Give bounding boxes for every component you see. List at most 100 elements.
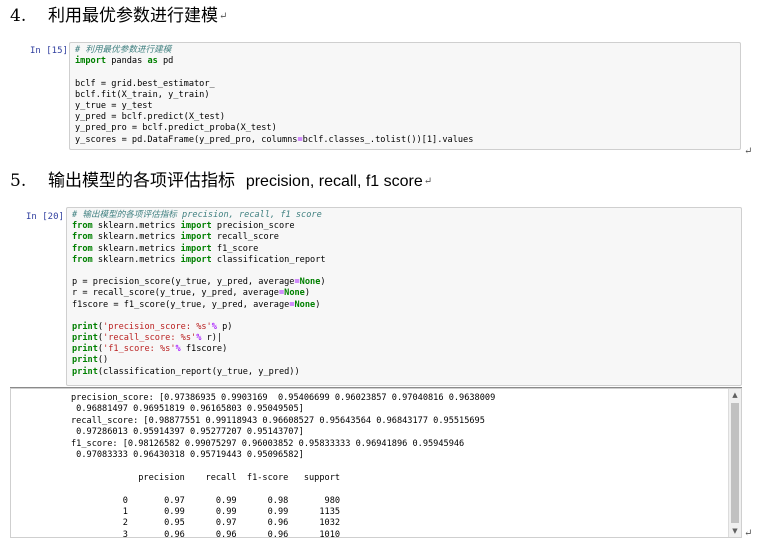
code-token: print	[72, 366, 98, 377]
code-token: r)|	[201, 333, 223, 344]
cell-20-output[interactable]: precision_score: [0.97386935 0.9903169 0…	[10, 388, 742, 538]
output-line: 0 0.97 0.99 0.98 980	[71, 495, 341, 506]
code-line: # 输出模型的各项评估指标 precision, recall, f1 scor…	[72, 210, 736, 221]
code-token: ()	[97, 355, 109, 366]
code-token: import	[180, 243, 212, 254]
code-token: p = precision_score(y_true, y_pred, aver…	[72, 277, 295, 288]
code-line: y_pred_pro = bclf.predict_proba(X_test)	[75, 123, 735, 134]
code-token: None	[284, 288, 305, 299]
code-token: import	[75, 56, 107, 67]
output-line: 0.96881497 0.96951819 0.96165803 0.95049…	[71, 404, 304, 415]
code-line: f1score = f1_score(y_true, y_pred, avera…	[72, 300, 736, 311]
code-token: y_pred = bclf.predict(X_test)	[75, 112, 226, 123]
code-line: import pandas as pd	[75, 56, 735, 67]
code-line: print(classification_report(y_true, y_pr…	[72, 367, 736, 378]
code-token: bclf.classes_.tolist())[1].values	[302, 134, 474, 145]
code-token: print	[72, 355, 98, 366]
code-line: from sklearn.metrics import f1_score	[72, 244, 736, 255]
section-5-subtitle: precision, recall, f1 score	[245, 173, 423, 190]
code-token: import	[180, 254, 212, 265]
code-token: import	[180, 221, 212, 232]
section-4-heading: 4. 利用最优参数进行建模↵	[10, 5, 227, 28]
code-token: print	[72, 333, 98, 344]
output-line: f1_score: [0.98126582 0.99075297 0.96003…	[71, 438, 465, 449]
code-token: sklearn.metrics	[92, 254, 181, 265]
code-token: print	[72, 344, 98, 355]
code-token: y_scores = pd.DataFrame(y_pred_pro, colu…	[75, 134, 298, 145]
code-token: print	[72, 321, 98, 332]
output-line: 2 0.95 0.97 0.96 1032	[71, 518, 341, 529]
code-token: f1score)	[180, 344, 228, 355]
code-line: from sklearn.metrics import classificati…	[72, 255, 736, 266]
code-line: y_scores = pd.DataFrame(y_pred_pro, colu…	[75, 135, 735, 146]
code-token: 'f1_score: %s'	[103, 344, 176, 355]
code-token: # 输出模型的各项评估指标 precision, recall, f1 scor…	[72, 210, 322, 220]
code-token: recall_score	[211, 232, 279, 243]
code-cell-15[interactable]: # 利用最优参数进行建模 import pandas as pd bclf = g…	[69, 42, 741, 150]
code-line: bclf.fit(X_train, y_train)	[75, 90, 735, 101]
scroll-up-icon[interactable]: ▲	[729, 389, 741, 401]
code-token: (classification_report(y_true, y_pred))	[97, 366, 300, 377]
cell-15-prompt: In [15]:	[30, 46, 74, 56]
code-token: )	[304, 288, 311, 299]
code-token: bclf = grid.best_estimator_	[75, 78, 215, 89]
code-token: as	[147, 56, 158, 67]
code-line: bclf = grid.best_estimator_	[75, 79, 735, 90]
output-line: precision_score: [0.97386935 0.9903169 0…	[71, 393, 496, 403]
code-line: from sklearn.metrics import precision_sc…	[72, 221, 736, 232]
code-token: )	[320, 277, 326, 288]
code-line: print('precision_score: %s'% p)	[72, 322, 736, 333]
code-line: print()	[72, 355, 736, 366]
scrollbar-thumb[interactable]	[731, 403, 739, 523]
code-line: p = precision_score(y_true, y_pred, aver…	[72, 277, 736, 288]
code-token: sklearn.metrics	[92, 232, 181, 243]
cell-20-prompt: In [20]:	[26, 212, 70, 222]
paragraph-mark-icon: ↵	[423, 175, 433, 187]
code-token: precision_score	[211, 221, 295, 232]
output-line: 3 0.96 0.96 0.96 1010	[71, 529, 341, 538]
output-line: 1 0.99 0.99 0.99 1135	[71, 506, 341, 517]
code-token: from	[72, 232, 93, 243]
code-token: y_pred_pro = bclf.predict_proba(X_test)	[75, 123, 277, 134]
paragraph-mark-icon: ↵	[744, 146, 753, 157]
section-4-number: 4.	[10, 6, 27, 26]
code-token: from	[72, 221, 93, 232]
output-scrollbar[interactable]: ▲ ▼	[728, 389, 741, 537]
code-token: import	[180, 232, 212, 243]
code-cell-20[interactable]: # 输出模型的各项评估指标 precision, recall, f1 scor…	[66, 207, 742, 386]
code-line: # 利用最优参数进行建模	[75, 45, 735, 56]
code-token: from	[72, 243, 93, 254]
code-token: r = recall_score(y_true, y_pred, average	[72, 288, 279, 299]
section-4-title: 利用最优参数进行建模	[48, 6, 218, 26]
code-token: bclf.fit(X_train, y_train)	[75, 89, 210, 100]
output-line: recall_score: [0.98877551 0.99118943 0.9…	[71, 415, 485, 426]
output-line: 0.97083333 0.96430318 0.95719443 0.95096…	[71, 449, 304, 460]
paragraph-mark-icon: ↵	[744, 528, 753, 539]
code-line: print('recall_score: %s'% r)|	[72, 333, 736, 344]
code-token: f1_score	[211, 243, 259, 254]
code-token: classification_report	[211, 254, 326, 265]
code-token: y_true = y_test	[75, 100, 153, 111]
section-5-number: 5.	[10, 171, 27, 191]
code-token: sklearn.metrics	[92, 221, 181, 232]
code-line: y_true = y_test	[75, 101, 735, 112]
code-token: None	[299, 277, 321, 288]
code-token: pandas	[106, 56, 148, 67]
code-token: 'recall_score: %s'	[103, 333, 197, 344]
section-5-heading: 5. 输出模型的各项评估指标 precision, recall, f1 scor…	[10, 170, 432, 193]
code-token: # 利用最优参数进行建模	[75, 45, 172, 55]
section-5-title: 输出模型的各项评估指标	[48, 171, 235, 191]
paragraph-mark-icon: ↵	[219, 10, 228, 22]
code-token: from	[72, 254, 93, 265]
code-token: None	[294, 299, 316, 310]
code-token: )	[315, 299, 321, 310]
code-line: from sklearn.metrics import recall_score	[72, 232, 736, 243]
output-line: 0.97286013 0.95914397 0.95277207 0.95143…	[71, 427, 304, 438]
code-line: y_pred = bclf.predict(X_test)	[75, 112, 735, 123]
scroll-down-icon[interactable]: ▼	[729, 525, 741, 537]
